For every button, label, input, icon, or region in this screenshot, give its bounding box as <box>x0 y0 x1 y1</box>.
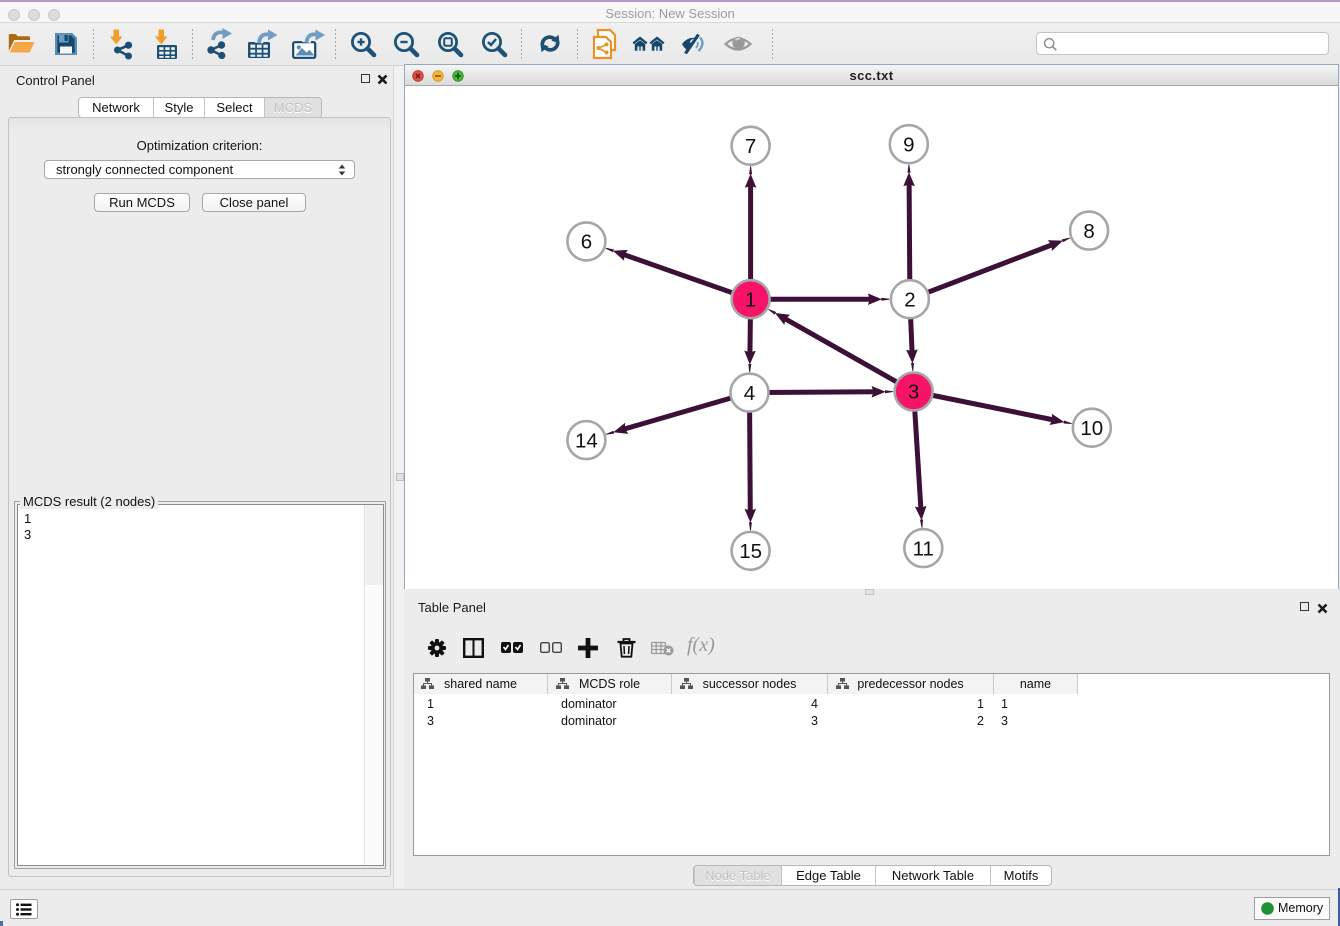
svg-text:9: 9 <box>903 133 914 156</box>
svg-text:14: 14 <box>575 429 598 452</box>
svg-text:6: 6 <box>581 231 592 254</box>
svg-text:7: 7 <box>745 135 756 158</box>
svg-text:3: 3 <box>908 381 919 404</box>
svg-text:11: 11 <box>913 537 934 560</box>
svg-text:1: 1 <box>745 288 756 311</box>
svg-text:15: 15 <box>739 540 762 563</box>
svg-text:2: 2 <box>904 288 915 311</box>
svg-text:10: 10 <box>1080 417 1103 440</box>
svg-text:4: 4 <box>744 382 755 405</box>
svg-text:8: 8 <box>1083 220 1094 243</box>
